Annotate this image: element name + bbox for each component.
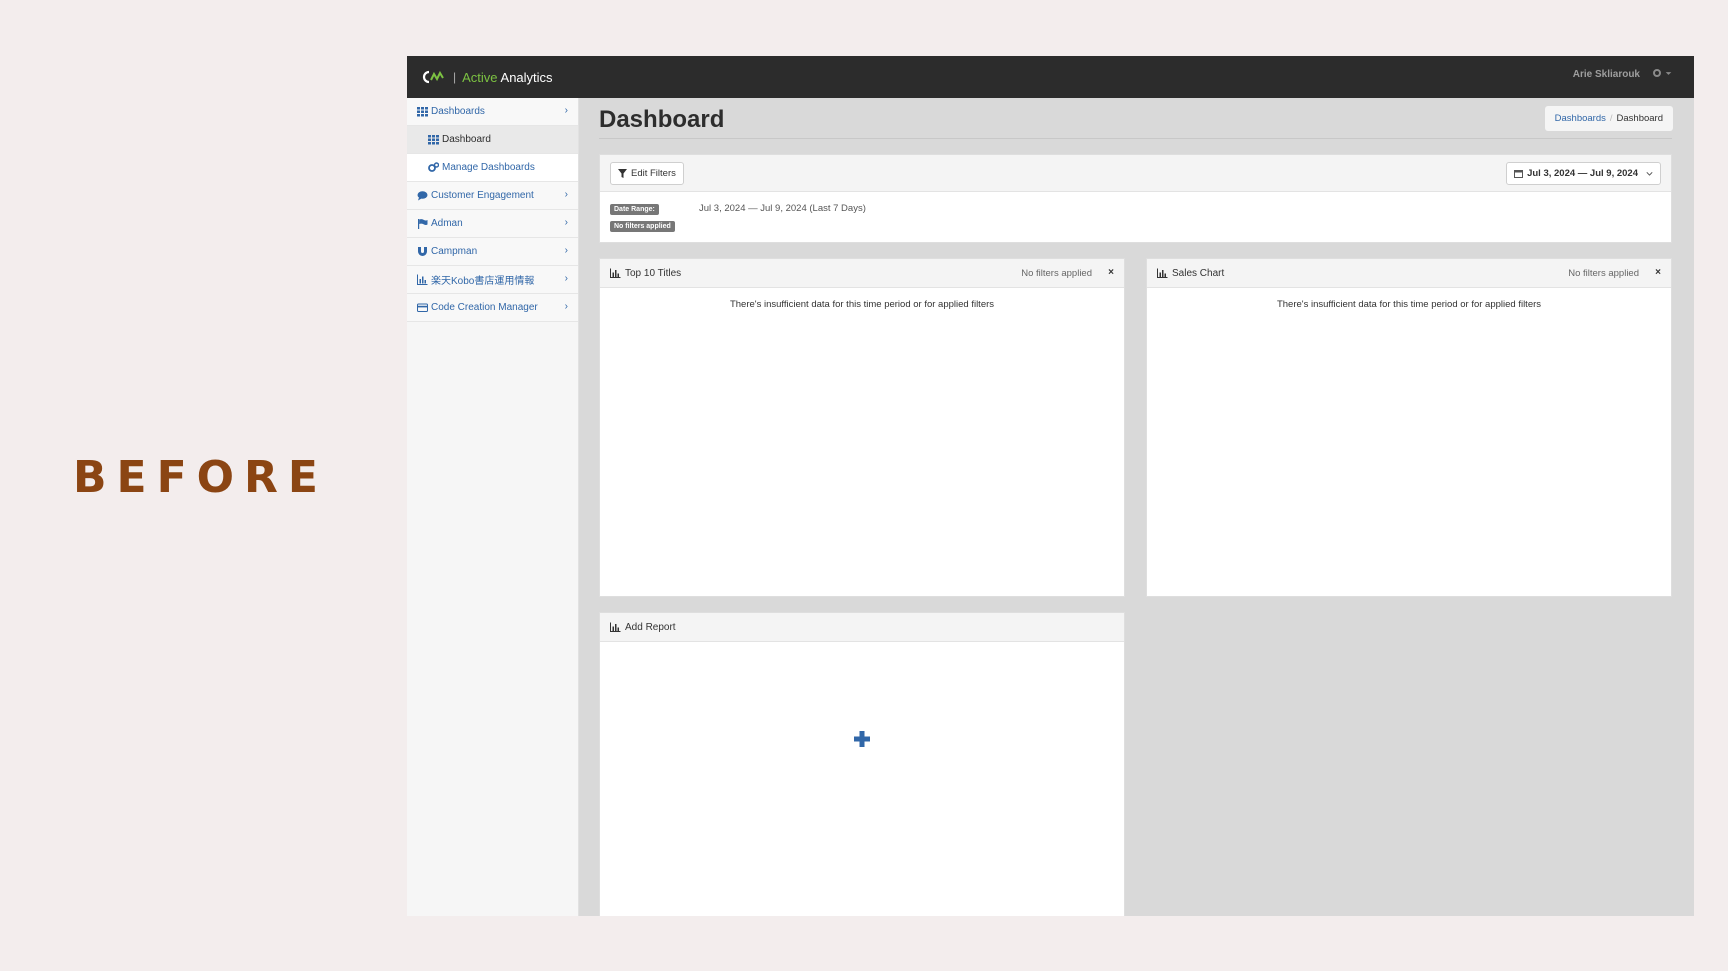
card-title: Sales Chart (1172, 267, 1225, 279)
user-name[interactable]: Arie Skliarouk (1573, 69, 1640, 80)
brand-active-text: Active (462, 69, 498, 85)
card-header: Sales Chart No filters applied × (1147, 259, 1671, 288)
card-header: Add Report (600, 613, 1124, 642)
sidebar-item-dashboard[interactable]: Dashboard (407, 126, 578, 154)
date-range-badge: Date Range: (610, 204, 659, 215)
slide-label: BEFORE (73, 452, 328, 503)
date-range-value: Jul 3, 2024 — Jul 9, 2024 (Last 7 Days) (699, 203, 866, 214)
gear-icon (1653, 69, 1661, 77)
card-header: Top 10 Titles No filters applied × (600, 259, 1124, 288)
report-card-sales-chart: Sales Chart No filters applied × There's… (1146, 258, 1672, 597)
filter-panel-header: Edit Filters Jul 3, 2024 — Jul 9, 2024 (600, 155, 1671, 192)
top-navbar: | Active Analytics Arie Skliarouk (407, 56, 1694, 98)
close-icon[interactable]: × (1655, 267, 1661, 278)
date-range-picker[interactable]: Jul 3, 2024 — Jul 9, 2024 (1506, 162, 1661, 185)
sidebar-item-label: Code Creation Manager (431, 302, 538, 313)
filter-panel-body: Date Range: No filters applied Jul 3, 20… (600, 192, 1671, 244)
cogs-icon (428, 162, 439, 173)
sidebar-item-label: Adman (431, 218, 463, 229)
breadcrumb-link-dashboards[interactable]: Dashboards (1555, 113, 1606, 124)
comment-icon (417, 190, 428, 201)
report-card-top-10-titles: Top 10 Titles No filters applied × There… (599, 258, 1125, 597)
brand-analytics-text: Analytics (500, 69, 553, 85)
chevron-right-icon: › (564, 217, 568, 228)
logo-icon (421, 69, 445, 85)
sidebar-item-label: 楽天Kobo書店運用情報 (431, 276, 535, 287)
page-title: Dashboard (599, 106, 725, 133)
card-filter-status: No filters applied (1568, 268, 1639, 279)
brand-separator: | (453, 70, 457, 84)
sidebar-item-adman[interactable]: Adman › (407, 210, 578, 238)
card-filter-status: No filters applied (1021, 268, 1092, 279)
calendar-icon (1514, 170, 1524, 178)
plus-icon[interactable] (854, 731, 870, 747)
breadcrumb: Dashboards / Dashboard (1544, 106, 1673, 131)
caret-down-icon (1665, 71, 1672, 75)
chevron-right-icon: › (564, 105, 568, 116)
sidebar-item-code-creation-manager[interactable]: Code Creation Manager › (407, 294, 578, 322)
chevron-right-icon: › (564, 273, 568, 284)
filter-icon (618, 169, 627, 178)
card-empty-message: There's insufficient data for this time … (1276, 299, 1542, 310)
bar-chart-icon (610, 268, 621, 278)
sidebar-item-dashboards[interactable]: Dashboards › (407, 98, 578, 126)
main-content: Dashboard Dashboards / Dashboard Edit Fi… (579, 98, 1694, 916)
sidebar-item-manage-dashboards[interactable]: Manage Dashboards (407, 154, 578, 182)
bar-chart-icon (1157, 268, 1168, 278)
settings-dropdown[interactable] (1652, 68, 1672, 78)
sidebar-item-label: Campman (431, 246, 478, 257)
bar-chart-icon (610, 622, 621, 632)
close-icon[interactable]: × (1108, 267, 1114, 278)
sidebar: Dashboards › Dashboard Manage Dashboards… (407, 98, 579, 916)
flag-icon (417, 218, 428, 229)
sidebar-item-label: Customer Engagement (431, 190, 534, 201)
filter-panel: Edit Filters Jul 3, 2024 — Jul 9, 2024 D… (599, 154, 1672, 243)
no-filters-badge: No filters applied (610, 221, 675, 232)
add-report-card[interactable]: Add Report (599, 612, 1125, 916)
brand[interactable]: | Active Analytics (421, 69, 553, 85)
breadcrumb-current: Dashboard (1616, 113, 1663, 124)
sidebar-item-label: Manage Dashboards (442, 162, 535, 173)
grid-icon (417, 106, 428, 117)
chevron-right-icon: › (564, 301, 568, 312)
card-title: Top 10 Titles (625, 267, 682, 279)
chevron-right-icon: › (564, 189, 568, 200)
sidebar-item-customer-engagement[interactable]: Customer Engagement › (407, 182, 578, 210)
magnet-icon (417, 246, 428, 257)
card-title: Add Report (625, 621, 676, 633)
credit-card-icon (417, 302, 428, 313)
edit-filters-button[interactable]: Edit Filters (610, 162, 684, 185)
title-divider (599, 138, 1672, 139)
bar-chart-icon (417, 274, 428, 285)
app-window: | Active Analytics Arie Skliarouk Dashbo… (407, 56, 1694, 916)
sidebar-item-campman[interactable]: Campman › (407, 238, 578, 266)
grid-icon (428, 134, 439, 145)
sidebar-item-label: Dashboards (431, 106, 485, 117)
card-empty-message: There's insufficient data for this time … (729, 299, 995, 310)
chevron-right-icon: › (564, 245, 568, 256)
breadcrumb-separator: / (1609, 113, 1613, 124)
sidebar-item-label: Dashboard (442, 134, 491, 145)
sidebar-item-kobo[interactable]: 楽天Kobo書店運用情報 › (407, 266, 578, 294)
edit-filters-label: Edit Filters (631, 168, 676, 179)
date-range-label: Jul 3, 2024 — Jul 9, 2024 (1527, 168, 1638, 179)
chevron-down-icon (1646, 172, 1653, 176)
